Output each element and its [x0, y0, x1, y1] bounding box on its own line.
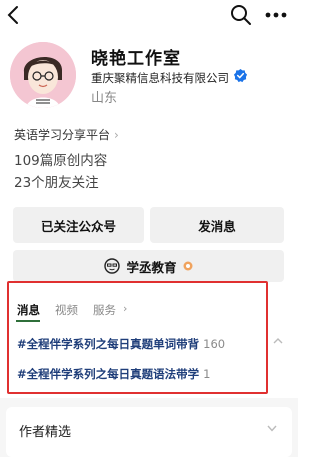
service-logo-icon: [104, 258, 121, 274]
service-badge-icon: [183, 261, 192, 271]
friends-count: 23个朋友关注: [14, 175, 99, 191]
chevron-right-icon: ›: [123, 302, 128, 315]
search-icon[interactable]: [229, 3, 253, 27]
chevron-down-icon[interactable]: [266, 424, 278, 433]
company-name[interactable]: 重庆聚精信息科技有限公司: [91, 70, 229, 86]
more-icon[interactable]: [262, 3, 290, 27]
topic-count: 160: [203, 337, 226, 351]
topic-title: #全程伴学系列之每日真题单词带背: [17, 337, 200, 351]
platform-link-label: 英语学习分享平台: [14, 128, 111, 142]
article-count: 109篇原创内容: [14, 153, 108, 169]
tab-videos[interactable]: 视频: [55, 302, 78, 318]
followed-button[interactable]: 已关注公众号: [13, 207, 144, 243]
topic-title: #全程伴学系列之每日真题语法带学: [17, 367, 200, 381]
tab-active-indicator: [16, 320, 40, 322]
verified-icon: [233, 68, 248, 83]
service-label: 学丞教育: [126, 259, 177, 275]
topic-count: 1: [203, 367, 211, 381]
topic-item[interactable]: #全程伴学系列之每日真题语法带学 1: [17, 366, 210, 382]
tab-messages[interactable]: 消息: [17, 302, 40, 318]
topic-item[interactable]: #全程伴学系列之每日真题单词带背 160: [17, 336, 225, 352]
platform-link[interactable]: 英语学习分享平台 ›: [14, 126, 119, 143]
tab-services[interactable]: 服务: [93, 302, 116, 318]
chevron-right-icon: ›: [114, 127, 119, 142]
account-name: 晓艳工作室: [91, 49, 181, 69]
chevron-up-icon[interactable]: [272, 336, 284, 346]
author-picks-title: 作者精选: [19, 425, 72, 440]
service-button[interactable]: 学丞教育: [13, 250, 284, 282]
message-button[interactable]: 发消息: [150, 207, 284, 243]
region-label: 山东: [91, 91, 118, 106]
avatar[interactable]: [10, 42, 76, 108]
back-icon[interactable]: [4, 4, 24, 26]
